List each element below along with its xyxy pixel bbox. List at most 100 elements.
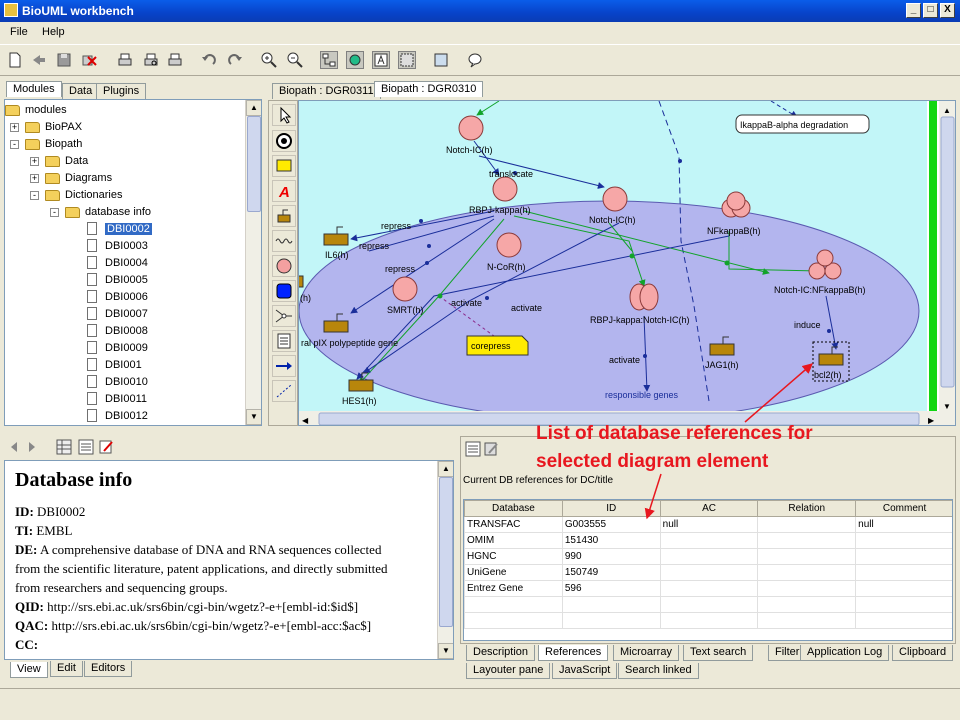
tab-dgr0310[interactable]: Biopath : DGR0310 <box>374 81 484 97</box>
scroll-thumb[interactable] <box>247 116 261 212</box>
ref-list-icon[interactable] <box>465 441 481 457</box>
node-rbpj[interactable] <box>492 176 518 202</box>
maximize-button[interactable]: □ <box>923 3 938 18</box>
edit-pencil-icon[interactable] <box>98 439 114 455</box>
table-cell[interactable]: null <box>855 516 952 533</box>
tree-item[interactable]: - database info <box>5 204 245 221</box>
table-row[interactable]: TRANSFAC G003555 null null <box>464 516 952 533</box>
list-view-icon[interactable] <box>78 439 94 455</box>
table-cell[interactable] <box>757 516 857 533</box>
table-cell[interactable]: 990 <box>561 548 661 565</box>
list-tool[interactable] <box>272 330 296 352</box>
tab-layouter-pane[interactable]: Layouter pane <box>466 663 551 679</box>
tree-item[interactable]: DBI0006 <box>5 289 245 306</box>
table-row[interactable]: OMIM 151430 <box>464 532 952 549</box>
tree-item[interactable]: DBI0012 <box>5 408 245 425</box>
node-ncor[interactable] <box>496 232 522 258</box>
redo-icon[interactable] <box>226 51 244 69</box>
reaction-tool[interactable] <box>272 305 296 327</box>
tree-item[interactable]: DBI0004 <box>5 255 245 272</box>
table-cell[interactable] <box>757 532 857 549</box>
menu-file[interactable]: File <box>10 26 28 38</box>
tab-data[interactable]: Data <box>62 83 100 99</box>
tree-item[interactable]: DBI0009 <box>5 340 245 357</box>
nav-back-icon[interactable] <box>6 439 22 455</box>
table-cell[interactable]: Entrez Gene <box>464 580 563 597</box>
table-cell[interactable]: UniGene <box>464 564 563 581</box>
expand-icon[interactable]: + <box>10 123 19 132</box>
collapse-icon[interactable]: - <box>10 140 19 149</box>
tree-item[interactable]: DBI0010 <box>5 374 245 391</box>
collapse-icon[interactable]: - <box>30 191 39 200</box>
tab-references[interactable]: References <box>538 645 609 661</box>
node-notch-mid[interactable] <box>602 186 628 212</box>
menu-help[interactable]: Help <box>42 26 65 38</box>
tab-view[interactable]: View <box>10 662 48 678</box>
table-row[interactable]: HGNC 990 <box>464 548 952 565</box>
tab-text-search[interactable]: Text search <box>683 645 754 661</box>
table-cell[interactable] <box>659 548 759 565</box>
undo-icon[interactable] <box>200 51 218 69</box>
table-cell[interactable] <box>757 580 857 597</box>
table-cell[interactable] <box>659 580 759 597</box>
table-cell[interactable] <box>855 580 952 597</box>
node-smrt[interactable] <box>392 276 418 302</box>
table-cell[interactable]: 151430 <box>561 532 661 549</box>
column-header[interactable]: Comment <box>855 500 952 517</box>
tab-description[interactable]: Description <box>466 645 536 661</box>
tree-item[interactable]: DBI0002 <box>5 221 245 238</box>
tab-modules[interactable]: Modules <box>6 81 62 97</box>
tree-item[interactable]: DBI001 <box>5 357 245 374</box>
node-notch-top[interactable] <box>458 115 484 141</box>
refresh-button[interactable] <box>346 51 364 69</box>
tab-clipboard[interactable]: Clipboard <box>892 645 954 661</box>
table-cell[interactable] <box>855 532 952 549</box>
minimize-button[interactable]: _ <box>906 3 921 18</box>
table-cell[interactable]: null <box>659 516 759 533</box>
column-header[interactable]: AC <box>659 500 759 517</box>
table-cell[interactable] <box>757 564 857 581</box>
new-file-icon[interactable] <box>6 51 24 69</box>
tree-item[interactable]: modules <box>5 102 245 119</box>
compartment-tool[interactable] <box>272 130 296 152</box>
tree-item[interactable]: DBI0003 <box>5 238 245 255</box>
canvas-scroll-up-icon[interactable]: ▲ <box>943 106 951 115</box>
nav-forward-icon[interactable] <box>24 439 40 455</box>
delete-icon[interactable] <box>80 51 98 69</box>
select-tool[interactable] <box>272 104 296 126</box>
tree-item[interactable]: + Data <box>5 153 245 170</box>
table-cell[interactable] <box>757 548 857 565</box>
note-tool[interactable] <box>272 155 296 177</box>
table-cell[interactable] <box>855 564 952 581</box>
tab-search-linked[interactable]: Search linked <box>618 663 699 679</box>
collapse-icon[interactable]: - <box>50 208 59 217</box>
tab-edit[interactable]: Edit <box>50 661 83 677</box>
save-icon[interactable] <box>55 51 73 69</box>
table-cell[interactable]: G003555 <box>561 516 661 533</box>
rna-tool[interactable] <box>272 230 296 252</box>
table-cell[interactable] <box>659 564 759 581</box>
info-scroll-up-icon[interactable]: ▲ <box>438 461 453 477</box>
grid-button[interactable] <box>398 51 416 69</box>
tab-javascript[interactable]: JavaScript <box>552 663 618 679</box>
canvas-vscroll-thumb[interactable] <box>940 116 955 388</box>
close-button[interactable]: X <box>940 3 955 18</box>
page-setup-icon[interactable] <box>166 51 184 69</box>
tree-item[interactable]: - Dictionaries <box>5 187 245 204</box>
grid-view-icon[interactable] <box>56 439 72 455</box>
column-header[interactable]: Database <box>464 500 563 517</box>
tab-dgr0311[interactable]: Biopath : DGR0311 <box>272 83 381 99</box>
info-scrollbar[interactable]: ▲ ▼ <box>437 461 453 659</box>
canvas-scroll-left-icon[interactable]: ◀ <box>302 416 309 425</box>
scroll-up-icon[interactable]: ▲ <box>246 100 261 116</box>
tree-item[interactable]: DBI0007 <box>5 306 245 323</box>
ref-edit-icon[interactable] <box>483 441 499 457</box>
substance-tool[interactable] <box>272 280 296 302</box>
table-cell[interactable]: TRANSFAC <box>464 516 563 533</box>
text-button[interactable] <box>372 51 390 69</box>
splitter[interactable] <box>0 428 960 432</box>
dashed-edge-tool[interactable] <box>272 380 296 402</box>
tab-editors[interactable]: Editors <box>84 661 133 677</box>
print-icon[interactable] <box>116 51 134 69</box>
tree-item[interactable]: DBI0011 <box>5 391 245 408</box>
